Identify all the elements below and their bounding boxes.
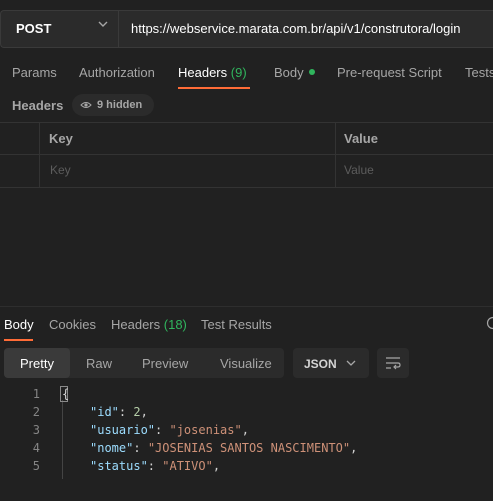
code-line: 2 "id": 2, <box>0 405 493 423</box>
tab-headers-count: (9) <box>231 65 247 80</box>
json-value: "JOSENIAS SANTOS NASCIMENTO" <box>148 441 350 455</box>
response-tab-body[interactable]: Body <box>4 317 34 332</box>
response-active-tab-indicator <box>4 339 33 341</box>
column-header-key: Key <box>49 131 73 146</box>
body-indicator-dot <box>309 69 315 75</box>
code-line: 1 { <box>0 387 493 405</box>
headers-section-title: Headers <box>12 98 63 113</box>
table-divider <box>0 122 493 123</box>
json-value: "josenias" <box>169 423 241 437</box>
json-key: "usuario" <box>90 423 155 437</box>
wrap-lines-icon <box>384 355 402 371</box>
response-tab-cookies[interactable]: Cookies <box>49 317 96 332</box>
line-number: 2 <box>0 405 40 419</box>
line-number: 4 <box>0 441 40 455</box>
table-divider <box>0 187 493 188</box>
url-text: https://webservice.marata.com.br/api/v1/… <box>131 21 460 36</box>
column-header-value: Value <box>344 131 378 146</box>
view-mode-pretty[interactable]: Pretty <box>20 356 54 371</box>
line-number: 1 <box>0 387 40 401</box>
table-divider <box>0 154 493 155</box>
table-column-divider <box>335 122 336 187</box>
code-line: 5 "status": "ATIVO", <box>0 459 493 477</box>
line-number: 5 <box>0 459 40 473</box>
json-key: "nome" <box>90 441 133 455</box>
active-tab-indicator <box>178 87 250 89</box>
globe-icon[interactable] <box>486 316 493 330</box>
chevron-down-icon[interactable] <box>96 17 110 31</box>
table-column-divider <box>39 122 40 187</box>
eye-icon <box>80 100 92 110</box>
json-key: "status" <box>90 459 148 473</box>
json-value: 2 <box>133 405 140 419</box>
code-line: 4 "nome": "JOSENIAS SANTOS NASCIMENTO", <box>0 441 493 459</box>
response-tab-headers[interactable]: Headers (18) <box>111 317 187 332</box>
chevron-down-icon <box>345 357 357 369</box>
view-mode-preview[interactable]: Preview <box>142 356 188 371</box>
view-mode-visualize[interactable]: Visualize <box>220 356 272 371</box>
tab-authorization[interactable]: Authorization <box>79 65 155 80</box>
json-value: "ATIVO" <box>162 459 213 473</box>
response-tab-headers-label: Headers <box>111 317 160 332</box>
value-input[interactable]: Value <box>344 163 374 177</box>
response-divider <box>0 306 493 307</box>
response-tab-headers-count: (18) <box>164 317 187 332</box>
code-text: { <box>62 387 69 401</box>
tab-body-label: Body <box>274 65 304 80</box>
method-label: POST <box>16 21 51 36</box>
hidden-headers-label: 9 hidden <box>97 99 142 111</box>
code-line: 3 "usuario": "josenias", <box>0 423 493 441</box>
response-tab-test-results[interactable]: Test Results <box>201 317 272 332</box>
key-input[interactable]: Key <box>50 163 71 177</box>
tab-body[interactable]: Body <box>274 65 315 80</box>
format-select-label: JSON <box>304 357 337 371</box>
tab-headers[interactable]: Headers (9) <box>178 65 247 80</box>
tab-headers-label: Headers <box>178 65 227 80</box>
tab-prerequest-script[interactable]: Pre-request Script <box>337 65 442 80</box>
json-key: "id" <box>90 405 119 419</box>
tab-params[interactable]: Params <box>12 65 57 80</box>
line-number: 3 <box>0 423 40 437</box>
tab-tests[interactable]: Tests <box>465 65 493 80</box>
view-mode-raw[interactable]: Raw <box>86 356 112 371</box>
